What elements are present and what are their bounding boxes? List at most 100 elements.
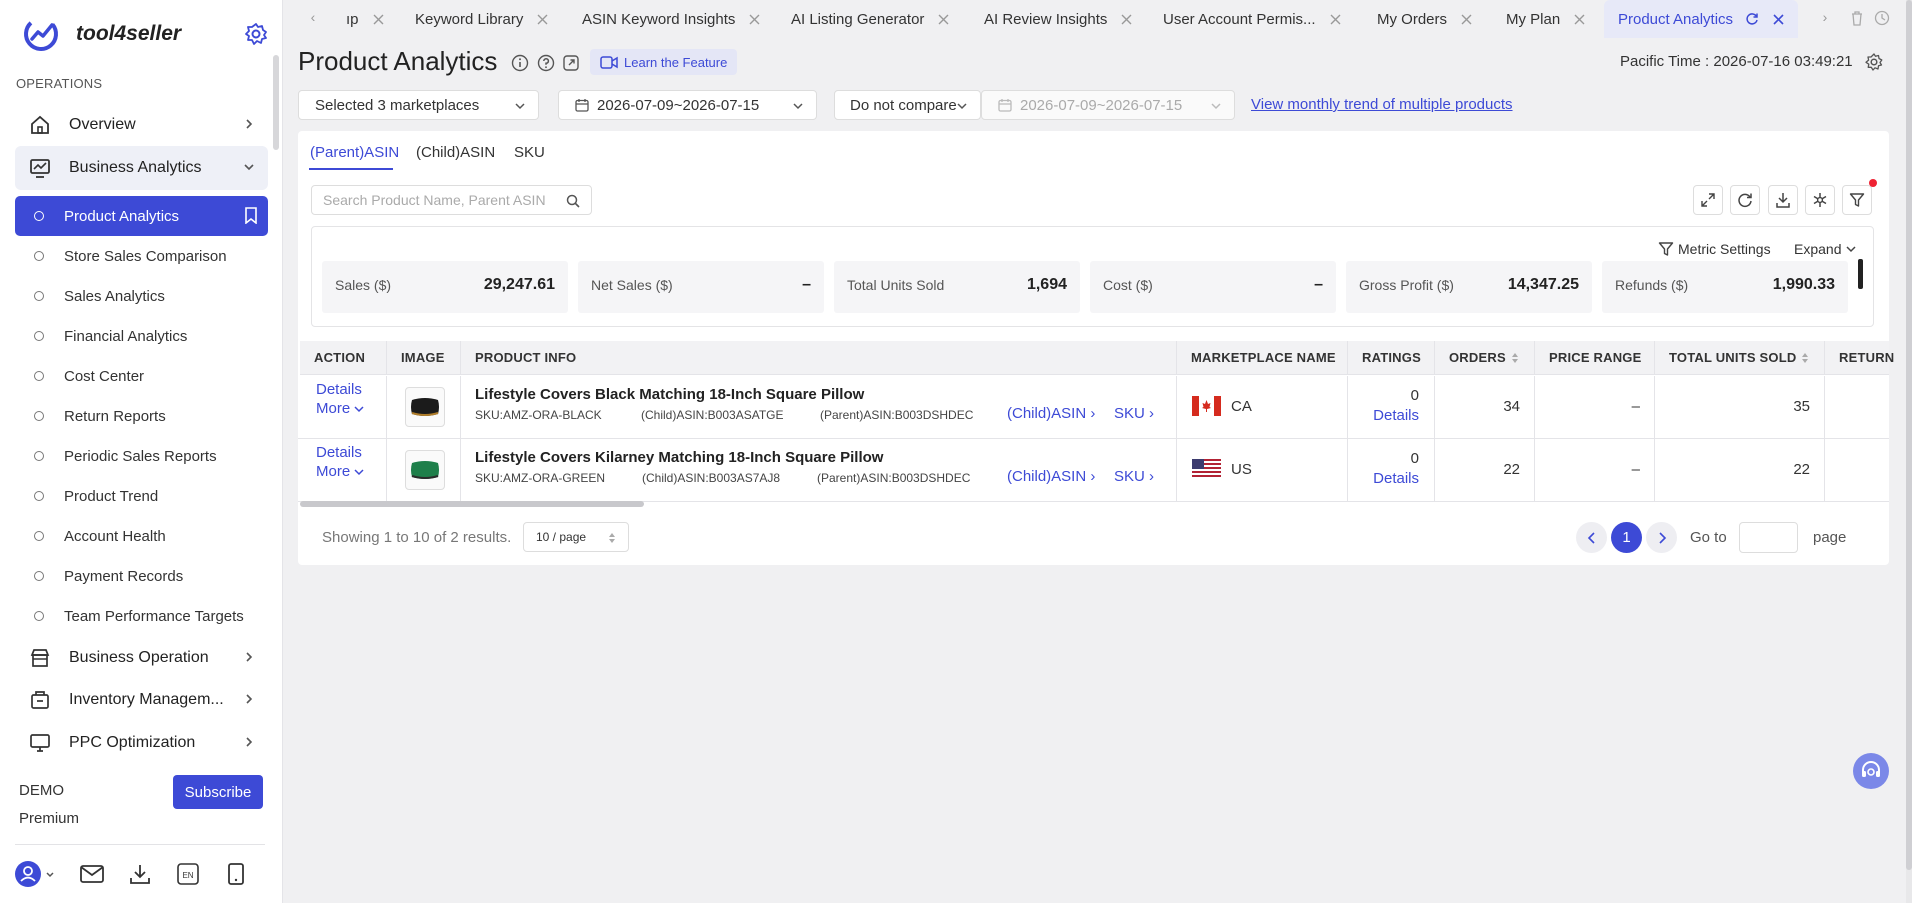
more-dropdown[interactable]: More	[316, 400, 386, 417]
menu-business-operation[interactable]: Business Operation	[15, 636, 268, 680]
tab-ai-listing-generator[interactable]: AI Listing Generator	[791, 0, 949, 38]
goto-page-input[interactable]	[1739, 522, 1798, 553]
product-title[interactable]: Lifestyle Covers Black Matching 18-Inch …	[475, 386, 864, 403]
page-size-select[interactable]: 10 / page	[523, 522, 629, 552]
ratings-details-link[interactable]: Details	[1348, 469, 1419, 489]
close-icon[interactable]	[1773, 13, 1784, 25]
close-icon[interactable]	[1461, 14, 1472, 25]
compare-select[interactable]: Do not compare	[834, 90, 981, 120]
tab-label: Product Analytics	[1618, 10, 1734, 28]
sort-icon[interactable]	[1802, 352, 1809, 363]
submenu-product-analytics[interactable]: Product Analytics	[15, 196, 268, 236]
brand[interactable]: tool4seller	[22, 14, 181, 54]
close-icon[interactable]	[749, 14, 760, 25]
bookmark-icon[interactable]	[244, 207, 258, 224]
subtab-parent-asin[interactable]: (Parent)ASIN	[310, 144, 399, 161]
submenu-store-sales-comparison[interactable]: Store Sales Comparison	[15, 236, 268, 276]
close-icon[interactable]	[1121, 14, 1132, 25]
submenu-financial-analytics[interactable]: Financial Analytics	[15, 316, 268, 356]
product-title[interactable]: Lifestyle Covers Kilarney Matching 18-In…	[475, 449, 883, 466]
close-icon[interactable]	[373, 14, 384, 25]
menu-overview[interactable]: Overview	[15, 103, 268, 147]
marketplace-select[interactable]: Selected 3 marketplaces	[298, 90, 539, 120]
external-link-icon[interactable]	[562, 54, 580, 72]
tab-truncated[interactable]: ıp	[346, 0, 384, 38]
page-scrollbar-thumb[interactable]	[1906, 0, 1912, 870]
details-link[interactable]: Details	[316, 444, 386, 461]
page-scrollbar[interactable]	[1906, 0, 1912, 903]
expand-metrics-button[interactable]: Expand	[1794, 241, 1857, 257]
sku-link[interactable]: SKU ›	[1114, 405, 1154, 422]
metrics-scrollbar[interactable]	[1858, 259, 1863, 289]
tab-asin-keyword-insights[interactable]: ASIN Keyword Insights	[582, 0, 760, 38]
settings-gear-icon[interactable]	[244, 22, 268, 46]
gear-icon[interactable]	[1865, 53, 1883, 71]
page-number-button[interactable]: 1	[1611, 522, 1642, 553]
customer-support-button[interactable]	[1853, 753, 1889, 789]
user-menu[interactable]	[14, 860, 58, 888]
prev-page-button[interactable]	[1576, 522, 1607, 553]
next-page-button[interactable]	[1646, 522, 1677, 553]
ratings-details-link[interactable]: Details	[1348, 406, 1419, 426]
tab-user-account-permissions[interactable]: User Account Permis...	[1163, 0, 1341, 38]
tabs-scroll-left-icon[interactable]: ‹	[304, 9, 322, 27]
submenu-payment-records[interactable]: Payment Records	[15, 556, 268, 596]
language-icon[interactable]: EN	[174, 860, 202, 888]
more-dropdown[interactable]: More	[316, 463, 386, 480]
sku-link[interactable]: SKU ›	[1114, 468, 1154, 485]
clock-icon[interactable]	[1874, 10, 1890, 26]
subtab-sku[interactable]: SKU	[514, 144, 545, 161]
export-button[interactable]	[1768, 185, 1798, 215]
search-icon[interactable]	[566, 194, 580, 208]
tab-product-analytics[interactable]: Product Analytics	[1604, 0, 1799, 38]
product-thumbnail[interactable]	[405, 387, 445, 427]
submenu-cost-center[interactable]: Cost Center	[15, 356, 268, 396]
submenu-return-reports[interactable]: Return Reports	[15, 396, 268, 436]
help-icon[interactable]	[537, 54, 555, 72]
menu-inventory-management[interactable]: Inventory Managem...	[15, 678, 268, 722]
fullscreen-button[interactable]	[1693, 185, 1723, 215]
mobile-icon[interactable]	[222, 860, 250, 888]
refresh-button[interactable]	[1730, 185, 1760, 215]
subtab-child-asin[interactable]: (Child)ASIN	[416, 144, 495, 161]
product-thumbnail[interactable]	[405, 450, 445, 490]
menu-business-analytics[interactable]: Business Analytics	[15, 146, 268, 190]
submenu-account-health[interactable]: Account Health	[15, 516, 268, 556]
info-icon[interactable]	[511, 54, 529, 72]
mail-icon[interactable]	[78, 860, 106, 888]
column-settings-button[interactable]	[1805, 185, 1835, 215]
close-icon[interactable]	[938, 14, 949, 25]
tabs-scroll-right-icon[interactable]: ›	[1816, 9, 1834, 27]
table-horizontal-scrollbar[interactable]	[300, 501, 644, 507]
trash-icon[interactable]	[1850, 10, 1864, 26]
submenu-team-performance-targets[interactable]: Team Performance Targets	[15, 596, 268, 636]
close-icon[interactable]	[1330, 14, 1341, 25]
analytics-card: (Parent)ASIN (Child)ASIN SKU Search Prod…	[298, 131, 1894, 565]
close-icon[interactable]	[1574, 14, 1585, 25]
close-icon[interactable]	[537, 14, 548, 25]
child-asin-link[interactable]: (Child)ASIN ›	[1007, 405, 1095, 422]
sidebar-scrollbar[interactable]	[273, 55, 279, 150]
tab-ai-review-insights[interactable]: AI Review Insights	[984, 0, 1132, 38]
refresh-icon[interactable]	[1745, 12, 1759, 26]
download-icon[interactable]	[126, 860, 154, 888]
tab-my-plan[interactable]: My Plan	[1506, 0, 1585, 38]
monthly-trend-link[interactable]: View monthly trend of multiple products	[1251, 96, 1513, 113]
tab-my-orders[interactable]: My Orders	[1377, 0, 1472, 38]
date-range-picker[interactable]: 2026-07-09~2026-07-15	[558, 90, 817, 120]
product-search-input[interactable]: Search Product Name, Parent ASIN	[311, 185, 592, 215]
child-asin-link[interactable]: (Child)ASIN ›	[1007, 468, 1095, 485]
sort-icon[interactable]	[1511, 352, 1518, 363]
menu-ppc-optimization[interactable]: PPC Optimization	[15, 721, 268, 765]
metric-settings-button[interactable]: Metric Settings	[1658, 241, 1771, 257]
submenu-product-trend[interactable]: Product Trend	[15, 476, 268, 516]
learn-feature-button[interactable]: Learn the Feature	[590, 49, 738, 75]
column-header-total-units-sold[interactable]: TOTAL UNITS SOLD	[1655, 341, 1825, 375]
tab-keyword-library[interactable]: Keyword Library	[415, 0, 548, 38]
filter-button[interactable]	[1842, 185, 1872, 215]
column-header-orders[interactable]: ORDERS	[1435, 341, 1535, 375]
submenu-sales-analytics[interactable]: Sales Analytics	[15, 276, 268, 316]
subscribe-button[interactable]: Subscribe	[173, 775, 263, 809]
details-link[interactable]: Details	[316, 381, 386, 398]
submenu-periodic-sales-reports[interactable]: Periodic Sales Reports	[15, 436, 268, 476]
